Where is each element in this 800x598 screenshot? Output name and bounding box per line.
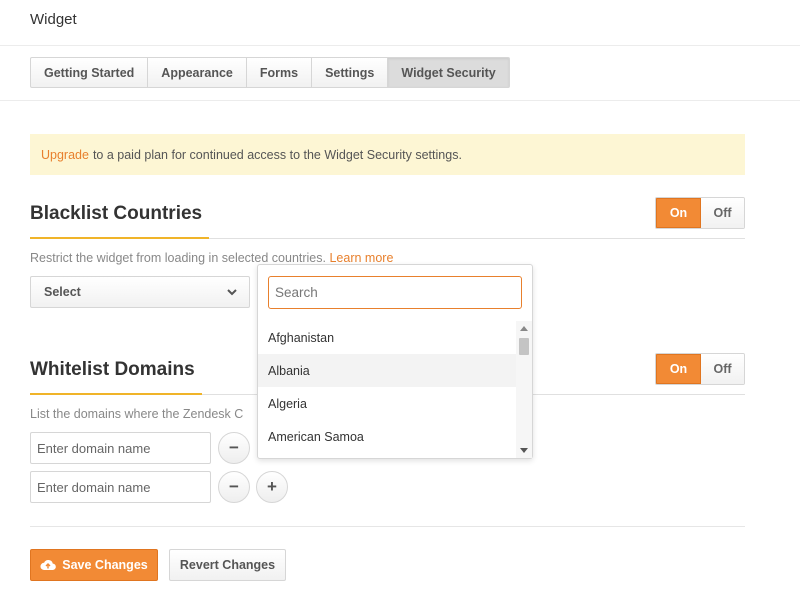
scroll-up-arrow-icon[interactable] bbox=[520, 326, 528, 331]
country-select[interactable]: Select bbox=[30, 276, 250, 308]
cloud-upload-icon bbox=[40, 560, 57, 571]
country-dropdown: Afghanistan Albania Algeria American Sam… bbox=[257, 264, 533, 459]
domain-input-1[interactable] bbox=[30, 432, 211, 464]
footer-divider bbox=[30, 526, 745, 527]
country-list-scrollbar[interactable] bbox=[516, 321, 532, 458]
scroll-down-arrow-icon[interactable] bbox=[520, 448, 528, 453]
whitelist-toggle-on[interactable]: On bbox=[656, 354, 701, 384]
remove-domain-button-1[interactable]: − bbox=[218, 432, 250, 464]
upgrade-link[interactable]: Upgrade bbox=[41, 148, 89, 162]
learn-more-link[interactable]: Learn more bbox=[329, 251, 393, 265]
blacklist-underline bbox=[30, 237, 209, 239]
save-changes-button[interactable]: Save Changes bbox=[30, 549, 158, 581]
tab-appearance[interactable]: Appearance bbox=[148, 57, 247, 88]
blacklist-toggle: On Off bbox=[655, 197, 745, 229]
remove-domain-button-2[interactable]: − bbox=[218, 471, 250, 503]
country-option[interactable]: Algeria bbox=[258, 387, 516, 420]
whitelist-title: Whitelist Domains bbox=[30, 359, 195, 380]
save-changes-label: Save Changes bbox=[62, 558, 148, 572]
domain-input-2[interactable] bbox=[30, 471, 211, 503]
country-list: Afghanistan Albania Algeria American Sam… bbox=[258, 321, 516, 458]
blacklist-toggle-on[interactable]: On bbox=[656, 198, 701, 228]
country-search-input[interactable] bbox=[268, 276, 522, 309]
tab-widget-security[interactable]: Widget Security bbox=[388, 57, 510, 88]
upgrade-notice-text: to a paid plan for continued access to t… bbox=[92, 147, 462, 162]
country-option[interactable]: Albania bbox=[258, 354, 516, 387]
tab-getting-started[interactable]: Getting Started bbox=[30, 57, 149, 88]
blacklist-description: Restrict the widget from loading in sele… bbox=[30, 251, 393, 265]
revert-changes-button[interactable]: Revert Changes bbox=[169, 549, 286, 581]
add-domain-button[interactable]: + bbox=[256, 471, 288, 503]
whitelist-toggle: On Off bbox=[655, 353, 745, 385]
page-header: Widget bbox=[0, 0, 800, 46]
tabs-bar: Getting Started Appearance Forms Setting… bbox=[0, 46, 800, 101]
blacklist-title: Blacklist Countries bbox=[30, 203, 203, 224]
country-option[interactable]: American Samoa bbox=[258, 420, 516, 453]
tab-group: Getting Started Appearance Forms Setting… bbox=[30, 57, 510, 88]
blacklist-toggle-off[interactable]: Off bbox=[701, 198, 744, 228]
tab-settings[interactable]: Settings bbox=[312, 57, 389, 88]
page-title: Widget bbox=[30, 11, 77, 28]
blacklist-description-text: Restrict the widget from loading in sele… bbox=[30, 251, 326, 265]
upgrade-notice: Upgrade to a paid plan for continued acc… bbox=[30, 134, 745, 175]
whitelist-description: List the domains where the Zendesk C bbox=[30, 407, 244, 421]
country-select-label: Select bbox=[44, 285, 81, 299]
whitelist-underline bbox=[30, 393, 202, 395]
country-option[interactable]: Afghanistan bbox=[258, 321, 516, 354]
scrollbar-thumb[interactable] bbox=[519, 338, 529, 355]
chevron-down-icon bbox=[227, 289, 237, 296]
tab-forms[interactable]: Forms bbox=[246, 57, 313, 88]
whitelist-toggle-off[interactable]: Off bbox=[701, 354, 744, 384]
